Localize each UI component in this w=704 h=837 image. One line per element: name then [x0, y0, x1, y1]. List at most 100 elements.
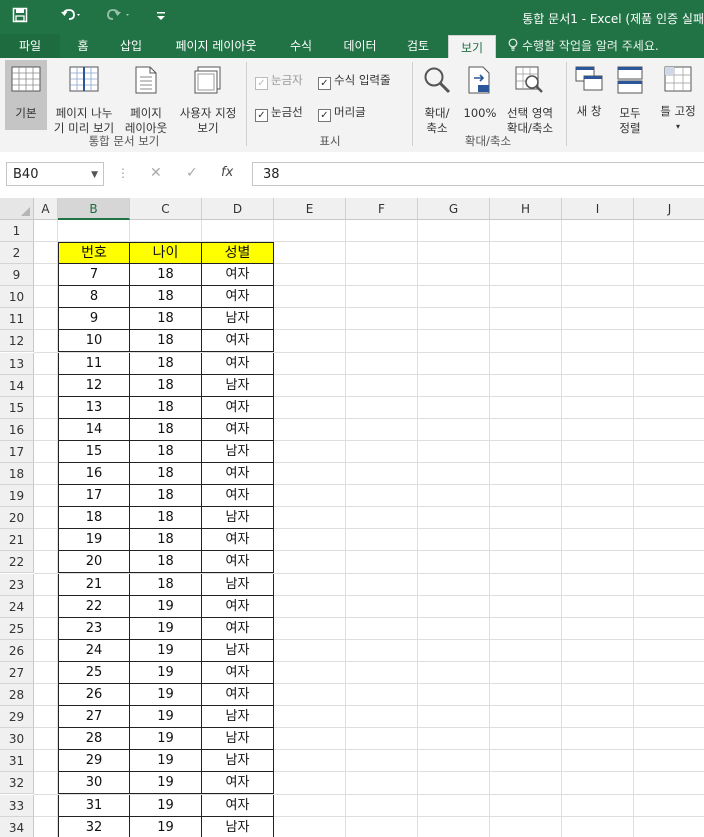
- table-cell[interactable]: 여자: [202, 286, 274, 309]
- chevron-down-icon[interactable]: ▼: [91, 163, 98, 187]
- table-cell[interactable]: 19: [130, 684, 202, 707]
- row-header[interactable]: 12: [0, 330, 34, 353]
- row-header[interactable]: 28: [0, 684, 34, 707]
- table-cell[interactable]: 여자: [202, 661, 274, 684]
- table-cell[interactable]: 15: [58, 440, 130, 463]
- table-cell[interactable]: 18: [130, 573, 202, 596]
- arrange-all-button[interactable]: 모두 정렬: [612, 60, 648, 135]
- table-cell[interactable]: 10: [58, 330, 130, 353]
- table-cell[interactable]: 28: [58, 728, 130, 751]
- table-cell[interactable]: 8: [58, 286, 130, 309]
- table-cell[interactable]: 여자: [202, 264, 274, 287]
- tab-insert[interactable]: 삽입: [112, 34, 150, 58]
- table-cell[interactable]: 19: [130, 728, 202, 751]
- formula-input[interactable]: 38: [252, 162, 704, 186]
- row-header[interactable]: 31: [0, 750, 34, 773]
- table-cell[interactable]: 18: [130, 463, 202, 486]
- worksheet-grid[interactable]: A B C D E F G H I J 1 2 9 10 11 12 13 14 15 16 17 18 19 20 21 22 2…: [0, 198, 704, 837]
- row-header[interactable]: 14: [0, 374, 34, 397]
- table-cell[interactable]: 18: [58, 507, 130, 530]
- row-header[interactable]: 30: [0, 728, 34, 751]
- row-header[interactable]: 1: [0, 220, 34, 242]
- table-cell[interactable]: 29: [58, 750, 130, 773]
- row-header[interactable]: 23: [0, 573, 34, 596]
- table-cell[interactable]: 남자: [202, 728, 274, 751]
- table-cell[interactable]: 여자: [202, 485, 274, 508]
- column-header-h[interactable]: H: [490, 198, 562, 220]
- table-cell[interactable]: 18: [130, 529, 202, 552]
- redo-icon[interactable]: [106, 7, 132, 27]
- column-header-f[interactable]: F: [346, 198, 418, 220]
- tab-home[interactable]: 홈: [66, 34, 100, 58]
- select-all-button[interactable]: [0, 198, 34, 220]
- table-cell[interactable]: 18: [130, 440, 202, 463]
- table-cell[interactable]: 여자: [202, 396, 274, 419]
- row-header[interactable]: 9: [0, 264, 34, 287]
- table-cell[interactable]: 19: [130, 794, 202, 817]
- table-cell[interactable]: 17: [58, 485, 130, 508]
- table-cell[interactable]: 여자: [202, 684, 274, 707]
- table-cell[interactable]: 여자: [202, 595, 274, 618]
- tab-review[interactable]: 검토: [398, 34, 438, 58]
- page-layout-view-button[interactable]: 페이지 레이아웃: [121, 60, 171, 135]
- table-cell[interactable]: 31: [58, 794, 130, 817]
- table-cell[interactable]: 남자: [202, 374, 274, 397]
- tab-file[interactable]: 파일: [0, 34, 60, 58]
- row-header[interactable]: 25: [0, 617, 34, 640]
- column-header-a[interactable]: A: [34, 198, 58, 220]
- table-cell[interactable]: 19: [58, 529, 130, 552]
- zoom-100-button[interactable]: 100%: [460, 60, 500, 130]
- table-cell[interactable]: 19: [130, 772, 202, 795]
- table-cell[interactable]: 19: [130, 639, 202, 662]
- table-cell[interactable]: 여자: [202, 551, 274, 574]
- row-header[interactable]: 29: [0, 706, 34, 729]
- table-cell[interactable]: 7: [58, 264, 130, 287]
- row-header[interactable]: 22: [0, 551, 34, 574]
- table-cell[interactable]: 11: [58, 352, 130, 375]
- table-cell[interactable]: 여자: [202, 330, 274, 353]
- column-header-i[interactable]: I: [562, 198, 634, 220]
- column-header-d[interactable]: D: [202, 198, 274, 220]
- table-cell[interactable]: 남자: [202, 639, 274, 662]
- table-cell[interactable]: 14: [58, 418, 130, 441]
- column-header-j[interactable]: J: [634, 198, 704, 220]
- table-cell[interactable]: 남자: [202, 308, 274, 331]
- column-header-c[interactable]: C: [130, 198, 202, 220]
- gridlines-checkbox[interactable]: ✓ 눈금선: [255, 104, 303, 122]
- table-cell[interactable]: 남자: [202, 706, 274, 729]
- table-cell[interactable]: 27: [58, 706, 130, 729]
- row-header[interactable]: 15: [0, 396, 34, 419]
- row-header[interactable]: 10: [0, 286, 34, 309]
- row-header[interactable]: 32: [0, 772, 34, 795]
- table-cell[interactable]: 19: [130, 617, 202, 640]
- column-header-b[interactable]: B: [58, 198, 130, 220]
- row-header[interactable]: 24: [0, 595, 34, 618]
- page-break-preview-button[interactable]: 페이지 나누 기 미리 보기: [50, 60, 118, 135]
- table-cell[interactable]: 25: [58, 661, 130, 684]
- table-cell[interactable]: 9: [58, 308, 130, 331]
- row-header[interactable]: 17: [0, 440, 34, 463]
- table-cell[interactable]: 18: [130, 374, 202, 397]
- table-cell[interactable]: 23: [58, 617, 130, 640]
- zoom-button[interactable]: 확대/ 축소: [418, 60, 456, 135]
- cancel-icon[interactable]: ✕: [150, 165, 162, 181]
- insert-function-icon[interactable]: fx: [221, 165, 233, 180]
- table-cell[interactable]: 여자: [202, 529, 274, 552]
- table-cell[interactable]: 남자: [202, 440, 274, 463]
- customize-quick-access-icon[interactable]: [155, 7, 167, 27]
- undo-icon[interactable]: [60, 7, 82, 27]
- table-cell[interactable]: 남자: [202, 816, 274, 837]
- table-cell[interactable]: 19: [130, 706, 202, 729]
- headings-checkbox[interactable]: ✓ 머리글: [318, 104, 366, 122]
- tab-view[interactable]: 보기: [448, 35, 496, 59]
- table-cell[interactable]: 남자: [202, 507, 274, 530]
- table-cell[interactable]: 21: [58, 573, 130, 596]
- row-header[interactable]: 27: [0, 661, 34, 684]
- table-cell[interactable]: 18: [130, 485, 202, 508]
- new-window-button[interactable]: 새 창: [572, 60, 606, 130]
- table-header-cell[interactable]: 나이: [130, 242, 202, 265]
- table-cell[interactable]: 18: [130, 352, 202, 375]
- table-cell[interactable]: 18: [130, 330, 202, 353]
- table-cell[interactable]: 13: [58, 396, 130, 419]
- row-header[interactable]: 11: [0, 308, 34, 331]
